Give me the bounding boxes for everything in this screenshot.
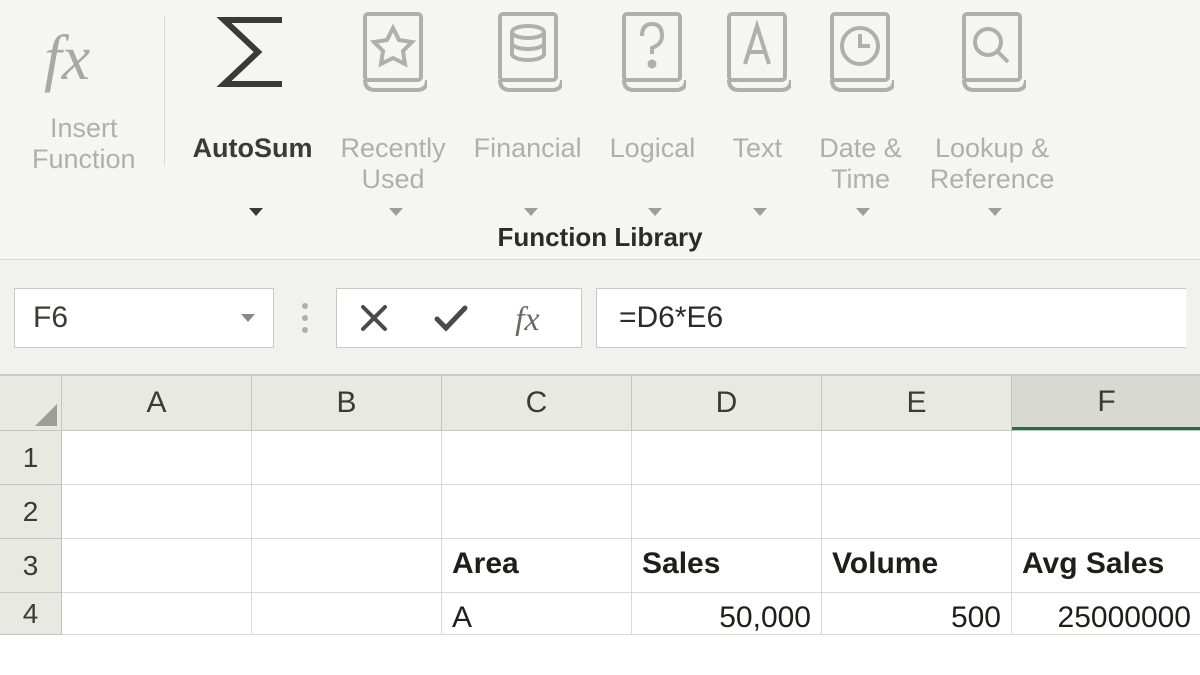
cell[interactable]: 500: [822, 593, 1012, 635]
book-question-icon: [618, 10, 686, 94]
table-row: 3 Area Sales Volume Avg Sales: [0, 539, 1200, 593]
cell[interactable]: [442, 485, 632, 539]
cell[interactable]: [822, 485, 1012, 539]
financial-label: Financial: [474, 102, 582, 226]
fx-icon: fx: [40, 10, 128, 105]
book-database-icon: [494, 10, 562, 94]
cell[interactable]: [442, 431, 632, 485]
enter-button[interactable]: [433, 303, 469, 333]
col-header-E[interactable]: E: [822, 376, 1012, 430]
cell[interactable]: [632, 485, 822, 539]
cancel-button[interactable]: [359, 303, 389, 333]
chevron-down-icon: [988, 208, 1002, 216]
column-headers: A B C D E F: [0, 376, 1200, 431]
row-header[interactable]: 4: [0, 593, 62, 635]
cell[interactable]: [62, 593, 252, 635]
sigma-icon: [208, 10, 298, 94]
formula-input[interactable]: =D6*E6: [596, 288, 1186, 348]
ribbon: fx Insert Function AutoSum: [0, 0, 1200, 260]
text-button[interactable]: Text: [709, 10, 805, 200]
name-box-value: F6: [33, 301, 68, 335]
chevron-down-icon: [753, 208, 767, 216]
formula-bar-buttons: fx: [336, 288, 582, 348]
table-row: 2: [0, 485, 1200, 539]
svg-text:fx: fx: [515, 301, 540, 336]
logical-button[interactable]: Logical: [596, 10, 710, 200]
ribbon-group-label: Function Library: [18, 218, 1182, 253]
cell[interactable]: [252, 485, 442, 539]
chevron-down-icon: [249, 208, 263, 216]
insert-function-fx-button[interactable]: fx: [513, 300, 559, 336]
cell[interactable]: 25000000: [1012, 593, 1200, 635]
cell[interactable]: [822, 431, 1012, 485]
cell[interactable]: [62, 539, 252, 593]
col-header-F[interactable]: F: [1012, 376, 1200, 430]
recently-used-button[interactable]: Recently Used: [327, 10, 460, 200]
chevron-down-icon: [241, 314, 255, 322]
cell[interactable]: [252, 539, 442, 593]
lookup-reference-button[interactable]: Lookup & Reference: [916, 10, 1069, 200]
cell[interactable]: [62, 485, 252, 539]
cell[interactable]: 50,000: [632, 593, 822, 635]
book-clock-icon: [826, 10, 894, 94]
cell[interactable]: A: [442, 593, 632, 635]
insert-function-label: Insert Function: [32, 113, 136, 175]
col-header-C[interactable]: C: [442, 376, 632, 430]
chevron-down-icon: [648, 208, 662, 216]
text-label: Text: [732, 102, 782, 226]
cell[interactable]: [252, 593, 442, 635]
autosum-label: AutoSum: [193, 102, 313, 226]
split-handle[interactable]: [302, 303, 308, 333]
insert-function-button[interactable]: fx Insert Function: [18, 10, 150, 200]
separator: [164, 16, 165, 166]
cell[interactable]: [252, 431, 442, 485]
svg-text:fx: fx: [44, 23, 90, 93]
cell[interactable]: [62, 431, 252, 485]
spreadsheet-grid: A B C D E F 1 2 3 Area Sales Volume Avg …: [0, 376, 1200, 635]
cell[interactable]: Sales: [632, 539, 822, 593]
cell[interactable]: [632, 431, 822, 485]
row-header[interactable]: 1: [0, 431, 62, 485]
col-header-D[interactable]: D: [632, 376, 822, 430]
cell[interactable]: [1012, 485, 1200, 539]
chevron-down-icon: [524, 208, 538, 216]
cell[interactable]: Volume: [822, 539, 1012, 593]
book-star-icon: [359, 10, 427, 94]
name-box[interactable]: F6: [14, 288, 274, 348]
cell[interactable]: [1012, 431, 1200, 485]
date-time-label: Date & Time: [819, 102, 902, 226]
formula-text: =D6*E6: [619, 301, 723, 335]
col-header-A[interactable]: A: [62, 376, 252, 430]
select-all-corner[interactable]: [0, 376, 62, 430]
chevron-down-icon: [856, 208, 870, 216]
financial-button[interactable]: Financial: [460, 10, 596, 200]
book-a-icon: [723, 10, 791, 94]
row-header[interactable]: 3: [0, 539, 62, 593]
logical-label: Logical: [610, 102, 696, 226]
recently-used-label: Recently Used: [341, 102, 446, 226]
cell[interactable]: Avg Sales: [1012, 539, 1200, 593]
row-header[interactable]: 2: [0, 485, 62, 539]
col-header-B[interactable]: B: [252, 376, 442, 430]
table-row: 1: [0, 431, 1200, 485]
table-row: 4 A 50,000 500 25000000: [0, 593, 1200, 635]
chevron-down-icon: [389, 208, 403, 216]
autosum-button[interactable]: AutoSum: [179, 10, 327, 200]
date-time-button[interactable]: Date & Time: [805, 10, 916, 200]
book-search-icon: [958, 10, 1026, 94]
lookup-reference-label: Lookup & Reference: [930, 102, 1055, 226]
cell[interactable]: Area: [442, 539, 632, 593]
formula-bar: F6 fx =D6*E6: [0, 260, 1200, 376]
